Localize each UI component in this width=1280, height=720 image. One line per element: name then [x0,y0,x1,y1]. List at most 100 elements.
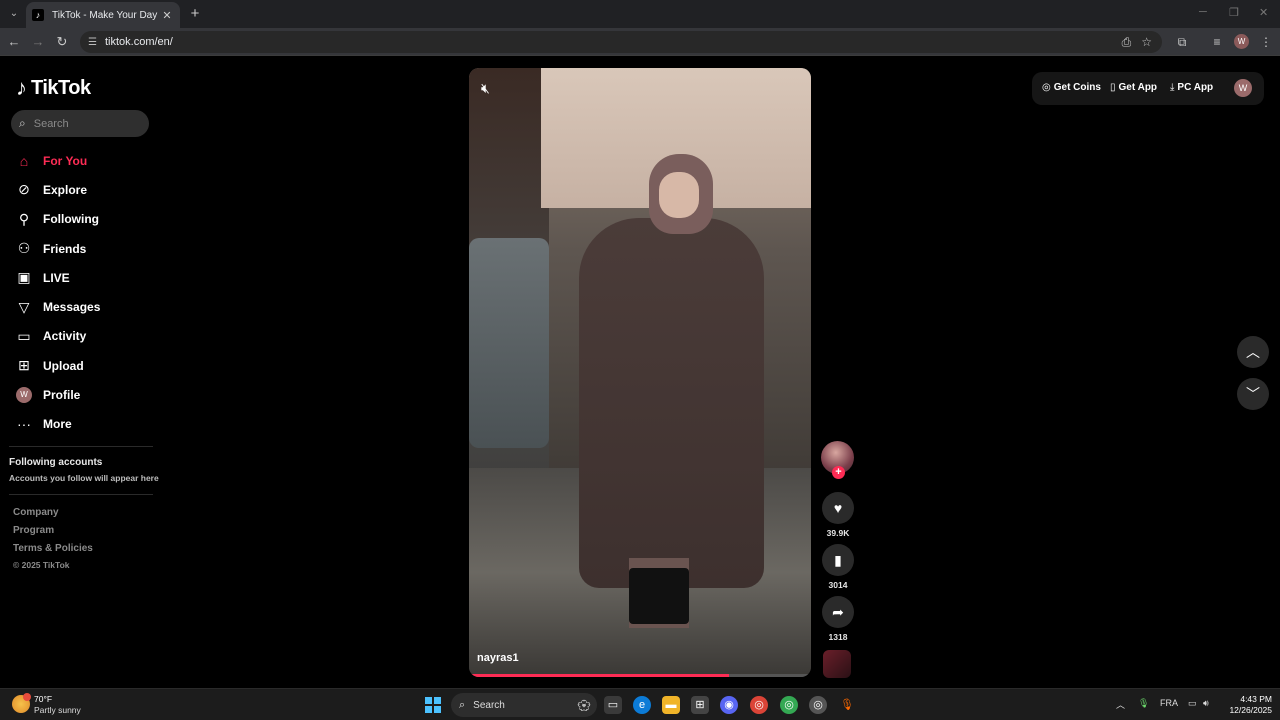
tiktok-favicon-icon: ♪ [32,9,44,21]
tab-search-icon[interactable]: ⌄ [6,6,22,22]
minimize-button[interactable]: ─ [1199,6,1207,18]
browser-profile-avatar[interactable]: W [1234,34,1249,49]
address-bar[interactable]: ☰ tiktok.com/en/ ⎙ ☆ [80,31,1162,53]
avatar[interactable]: W [1234,79,1252,97]
like-button[interactable]: ♥ [822,492,854,524]
follow-plus-icon[interactable]: + [832,466,845,479]
like-count: 39.9K [826,528,850,538]
browser-tab[interactable]: ♪ TikTok - Make Your Day ✕ [26,2,180,28]
store-icon[interactable]: ⊞ [691,696,709,714]
video-scene [629,568,689,624]
network-icon[interactable]: ▭ [1188,698,1197,709]
install-app-icon[interactable]: ⎙ [1122,35,1132,50]
sidebar-item-for-you[interactable]: ⌂ For You [14,146,154,175]
video-progress-bar[interactable] [469,674,811,677]
home-icon: ⌂ [19,152,29,169]
sidebar-item-label: More [43,417,72,432]
browser-toolbar: ← → ↻ ☰ tiktok.com/en/ ⎙ ☆ ⧉ ≡ W ⋮ [0,28,1280,56]
top-actions-bar: ◎ Get Coins ▯ Get App ⤓ PC App W [1032,72,1264,105]
video-player[interactable]: 🔇︎ nayras1 [469,68,811,677]
activity-icon: ▭ [17,327,31,344]
taskbar: 70°F Partly sunny ⌕ Search 🌸︎ ▭ e ▬ ⊞ ◉ … [0,688,1280,720]
video-progress-fill [469,674,729,677]
heart-icon: ♥ [833,500,843,516]
sidebar-item-profile[interactable]: W Profile [14,380,154,409]
bookmark-icon: ▮ [834,551,842,568]
music-disc[interactable] [823,650,851,678]
chrome-active-icon[interactable]: ◎ [809,696,827,714]
video-username[interactable]: nayras1 [477,652,519,664]
taskbar-search-label: Search [473,699,505,711]
clock[interactable]: 4:43 PM 12/26/2025 [1222,694,1272,716]
extensions-icon[interactable]: ⧉ [1174,34,1190,50]
chrome-profile-icon[interactable]: ◎ [780,696,798,714]
back-icon[interactable]: ← [6,34,22,50]
sidebar-item-more[interactable]: ··· More [14,410,154,439]
media-controls-icon[interactable]: ≡ [1209,34,1225,50]
tiktok-page: ♪ TikTok ⌕ Search ⌂ For You ⊘ Explore ⚲ … [0,57,1280,688]
new-tab-button[interactable]: + [186,5,204,23]
tiktok-logo[interactable]: ♪ TikTok [16,75,91,101]
sidebar-item-friends[interactable]: ⚇ Friends [14,234,154,263]
close-window-button[interactable]: ✕ [1259,6,1268,19]
mic-tray-icon[interactable]: 🎙︎ [1138,698,1149,709]
logo-text: TikTok [31,76,91,99]
file-explorer-icon[interactable]: ▬ [662,696,680,714]
start-button[interactable] [425,697,441,713]
volume-icon[interactable]: 🔊︎ [1203,698,1209,709]
sidebar-item-following[interactable]: ⚲ Following [14,205,154,234]
taskbar-search[interactable]: ⌕ Search 🌸︎ [451,693,597,717]
footer-link-program[interactable]: Program [13,525,93,543]
task-view-icon[interactable]: ▭ [604,696,622,714]
footer-links: Company Program Terms & Policies [13,507,93,561]
search-input[interactable]: ⌕ Search [11,110,149,137]
share-button[interactable]: ➦ [822,596,854,628]
sidebar-item-explore[interactable]: ⊘ Explore [14,175,154,204]
bookmark-star-icon[interactable]: ☆ [1141,35,1152,49]
search-icon: ⌕ [459,698,466,711]
sidebar-item-upload[interactable]: ⊞ Upload [14,351,154,380]
get-app-button[interactable]: ▯ Get App [1110,82,1157,93]
maximize-button[interactable]: ❐ [1229,6,1239,19]
mute-icon[interactable]: 🔇︎ [481,80,490,97]
clock-date: 12/26/2025 [1229,705,1272,715]
coin-icon: ◎ [1042,82,1051,93]
discord-icon[interactable]: ◉ [720,696,738,714]
sidebar-item-messages[interactable]: ▽ Messages [14,292,154,321]
save-button[interactable]: ▮ [822,544,854,576]
get-coins-button[interactable]: ◎ Get Coins [1042,82,1101,93]
sidebar-item-live[interactable]: ▣ LIVE [14,263,154,292]
tab-close-icon[interactable]: ✕ [160,9,174,22]
sidebar-item-activity[interactable]: ▭ Activity [14,322,154,351]
tab-title: TikTok - Make Your Day [52,9,158,21]
upload-icon: ⊞ [18,357,30,374]
browser-menu-icon[interactable]: ⋮ [1258,34,1274,50]
clock-time: 4:43 PM [1240,694,1272,704]
get-app-label: Get App [1118,82,1158,93]
reload-icon[interactable]: ↻ [54,34,70,50]
divider [9,446,153,447]
previous-video-button[interactable]: ︿ [1237,336,1269,368]
footer-link-terms[interactable]: Terms & Policies [13,543,93,561]
edge-icon[interactable]: e [633,696,651,714]
tray-overflow-icon[interactable]: ︿ [1116,698,1125,711]
microphone-app-icon[interactable]: 🎙︎ [838,696,856,714]
weather-alert-badge [23,693,31,701]
site-info-icon[interactable]: ☰ [88,37,97,48]
sidebar-item-label: Upload [43,358,84,373]
friends-icon: ⚇ [17,240,31,257]
get-coins-label: Get Coins [1053,82,1101,93]
next-video-button[interactable]: ﹀ [1237,378,1269,410]
chrome-icon[interactable]: ◎ [750,696,768,714]
language-indicator[interactable]: FRA [1160,698,1178,708]
pc-app-button[interactable]: ⤓ PC App [1170,82,1213,93]
share-icon: ➦ [832,603,844,620]
forward-icon[interactable]: → [30,34,46,50]
sidebar-item-label: Explore [43,182,88,197]
sidebar-item-label: Messages [43,300,101,315]
footer-link-company[interactable]: Company [13,507,93,525]
weather-temp: 70°F [34,694,53,704]
sidebar-item-label: LIVE [43,270,70,285]
sidebar-item-label: Activity [43,329,87,344]
following-accounts-title: Following accounts [9,457,103,468]
